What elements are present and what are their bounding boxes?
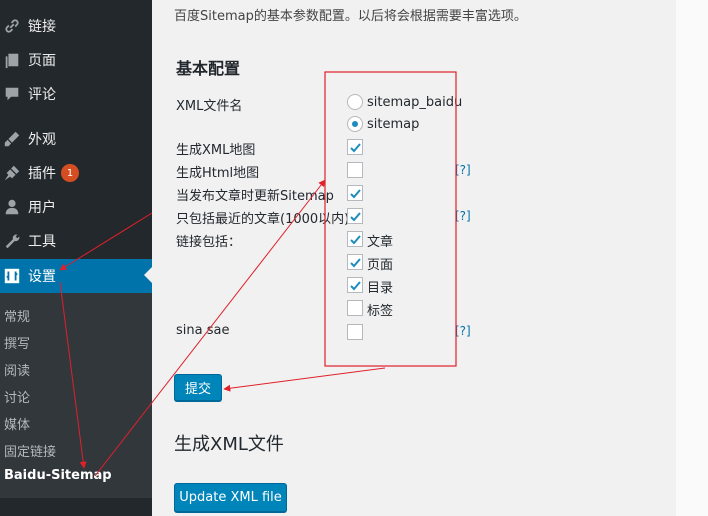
checkmark-icon <box>349 211 361 221</box>
users-icon <box>2 197 22 217</box>
sidebar-item-links[interactable]: 链接 <box>0 9 152 43</box>
sidebar-item-label: 评论 <box>28 87 56 103</box>
gen-html-checkbox[interactable] <box>347 162 363 178</box>
submenu-item-baidu-sitemap[interactable]: Baidu-Sitemap <box>4 468 112 483</box>
update-count-badge: 1 <box>61 164 79 182</box>
sidebar-item-label: 用户 <box>28 200 56 216</box>
option-label: 标签 <box>367 304 394 319</box>
sidebar-item-appearance[interactable]: 外观 <box>0 122 152 156</box>
sidebar-item-users[interactable]: 用户 <box>0 190 152 224</box>
sidebar-item-label: 链接 <box>28 19 56 35</box>
radio-sitemap[interactable] <box>347 116 363 132</box>
update-xml-button[interactable]: Update XML file <box>174 483 287 512</box>
submenu-item-writing[interactable]: 撰写 <box>4 333 30 352</box>
gen-xml-checkbox[interactable] <box>347 139 363 155</box>
include-tags-checkbox[interactable] <box>347 300 363 316</box>
sidebar-item-label: 工具 <box>28 234 56 250</box>
link-icon <box>2 16 22 36</box>
sina-sae-checkbox[interactable] <box>347 324 363 340</box>
recent-only-checkbox[interactable] <box>347 208 363 224</box>
recent-only-label: 只包括最近的文章(1000以内) <box>176 212 350 227</box>
sidebar-item-tools[interactable]: 工具 <box>0 224 152 258</box>
intro-text: 百度Sitemap的基本参数配置。以后将会根据需要丰富选项。 <box>174 9 527 24</box>
submenu-item-discussion[interactable]: 讨论 <box>4 387 30 406</box>
update-on-publish-checkbox[interactable] <box>347 185 363 201</box>
submenu-item-media[interactable]: 媒体 <box>4 414 30 433</box>
include-posts-checkbox[interactable] <box>347 231 363 247</box>
checkmark-icon <box>349 188 361 198</box>
option-label: 页面 <box>367 258 394 273</box>
sidebar-item-label: 外观 <box>28 132 56 148</box>
radio-sitemap-baidu[interactable] <box>347 94 363 110</box>
links-include-label: 链接包括： <box>176 235 242 250</box>
comments-icon <box>2 84 22 104</box>
checkmark-icon <box>349 257 361 267</box>
radio-label: sitemap_baidu <box>367 95 463 110</box>
pages-icon <box>2 50 22 70</box>
sina-sae-label: sina sae <box>176 323 230 338</box>
submenu-item-reading[interactable]: 阅读 <box>4 360 30 379</box>
admin-sidebar: 链接 页面 评论 外观 插件 1 用户 工具 设置 常规 撰写 阅读 讨论 媒体… <box>0 0 152 516</box>
settings-submenu: 常规 撰写 阅读 讨论 媒体 固定链接 Baidu-Sitemap <box>0 293 152 498</box>
checkmark-icon <box>349 280 361 290</box>
xml-filename-label: XML文件名 <box>176 99 243 114</box>
right-margin <box>676 0 708 516</box>
include-categories-checkbox[interactable] <box>347 277 363 293</box>
checkmark-icon <box>349 234 361 244</box>
settings-icon <box>2 266 22 286</box>
plugins-icon <box>2 163 22 183</box>
sidebar-item-settings[interactable]: 设置 <box>0 259 152 293</box>
help-link[interactable]: [?] <box>455 209 471 223</box>
sidebar-item-comments[interactable]: 评论 <box>0 77 152 111</box>
sidebar-item-label: 插件 <box>28 166 56 182</box>
sidebar-item-label: 设置 <box>28 269 56 285</box>
settings-content: 百度Sitemap的基本参数配置。以后将会根据需要丰富选项。 基本配置 XML文… <box>152 0 676 516</box>
include-pages-checkbox[interactable] <box>347 254 363 270</box>
sidebar-item-label: 页面 <box>28 53 56 69</box>
submit-button[interactable]: 提交 <box>174 374 222 401</box>
help-link[interactable]: [?] <box>455 163 471 177</box>
tools-icon <box>2 231 22 251</box>
update-on-publish-label: 当发布文章时更新Sitemap <box>176 189 334 204</box>
gen-xml-label: 生成XML地图 <box>176 143 256 158</box>
help-link[interactable]: [?] <box>455 324 471 338</box>
appearance-icon <box>2 129 22 149</box>
option-label: 文章 <box>367 235 394 250</box>
generate-xml-title: 生成XML文件 <box>174 434 284 455</box>
submenu-item-permalinks[interactable]: 固定链接 <box>4 441 56 460</box>
gen-html-label: 生成Html地图 <box>176 166 260 181</box>
sidebar-item-pages[interactable]: 页面 <box>0 43 152 77</box>
radio-label: sitemap <box>367 117 420 132</box>
section-title: 基本配置 <box>176 59 241 78</box>
option-label: 目录 <box>367 281 394 296</box>
checkmark-icon <box>349 142 361 152</box>
sidebar-item-plugins[interactable]: 插件 1 <box>0 156 152 190</box>
submenu-item-general[interactable]: 常规 <box>4 306 30 325</box>
